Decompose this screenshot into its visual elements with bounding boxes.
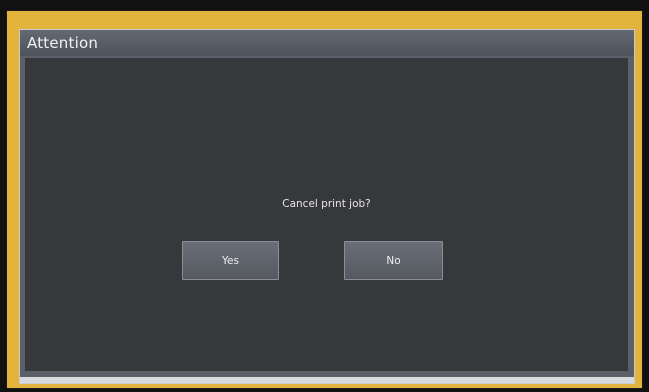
dialog-bottom-strip — [20, 377, 634, 383]
alert-frame: Attention Cancel print job? Yes No — [6, 10, 643, 389]
yes-button-label: Yes — [222, 254, 239, 267]
attention-dialog: Attention Cancel print job? Yes No — [19, 29, 635, 384]
dialog-title-bar: Attention — [20, 30, 634, 56]
dialog-message: Cancel print job? — [282, 198, 371, 210]
dialog-body: Cancel print job? Yes No — [25, 58, 628, 371]
no-button[interactable]: No — [344, 241, 443, 280]
yes-button[interactable]: Yes — [182, 241, 279, 280]
dialog-title: Attention — [27, 34, 99, 52]
no-button-label: No — [386, 254, 401, 267]
